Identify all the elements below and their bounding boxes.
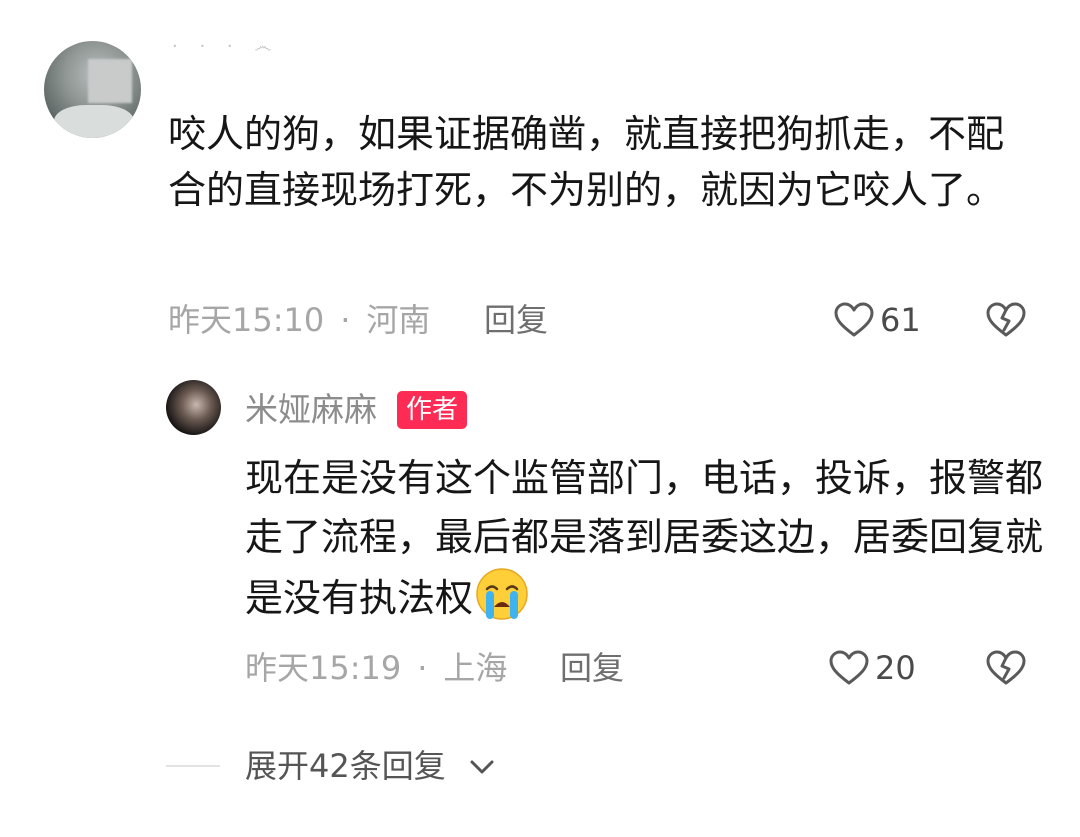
comment-reply-button[interactable]: 回复 — [484, 300, 548, 340]
reply-dislike-button[interactable] — [986, 650, 1026, 690]
comment-text: 咬人的狗，如果证据确凿，就直接把狗抓走，不配合的直接现场打死，不为别的，就因为它… — [168, 112, 1005, 212]
comment-location: 河南 — [366, 301, 431, 339]
reply-like-button[interactable]: 20 — [829, 648, 916, 688]
comment-time: 昨天15:10 — [168, 301, 325, 339]
expand-divider — [166, 765, 220, 767]
comment-like-button[interactable]: 61 — [834, 300, 921, 340]
commenter-avatar[interactable] — [44, 41, 141, 138]
reply-meta: 昨天15:19 · 上海 — [245, 648, 507, 688]
reply-time: 昨天15:19 — [245, 649, 402, 687]
heart-outline-icon — [834, 302, 874, 337]
heart-outline-icon — [829, 650, 869, 685]
reply-like-count: 20 — [875, 649, 916, 687]
avatar-image-detail — [54, 105, 134, 138]
chevron-down-icon[interactable] — [468, 753, 496, 785]
reply-text: 现在是没有这个监管部门，电话，投诉，报警都走了流程，最后都是落到居委这边，居委回… — [245, 449, 1045, 628]
author-avatar[interactable] — [166, 380, 221, 435]
comment-like-count: 61 — [880, 301, 921, 339]
meta-separator: · — [340, 301, 351, 339]
loudly-crying-face-emoji — [476, 568, 528, 620]
expand-replies-button[interactable]: 展开42条回复 — [245, 746, 446, 786]
broken-heart-icon — [986, 302, 1026, 337]
reply-text-content: 现在是没有这个监管部门，电话，投诉，报警都走了流程，最后都是落到居委这边，居委回… — [245, 456, 1044, 620]
comment-dislike-button[interactable] — [986, 302, 1026, 342]
author-name[interactable]: 米娅麻麻 — [245, 390, 377, 430]
avatar-blur-mask — [88, 59, 132, 103]
meta-separator: · — [417, 649, 428, 687]
author-badge: 作者 — [397, 391, 468, 429]
broken-heart-icon — [986, 650, 1026, 685]
comment-meta: 昨天15:10 · 河南 — [168, 300, 430, 340]
reply-reply-button[interactable]: 回复 — [560, 648, 624, 688]
commenter-name-masked[interactable]: · · · ෴ — [172, 36, 279, 57]
reply-location: 上海 — [443, 649, 508, 687]
